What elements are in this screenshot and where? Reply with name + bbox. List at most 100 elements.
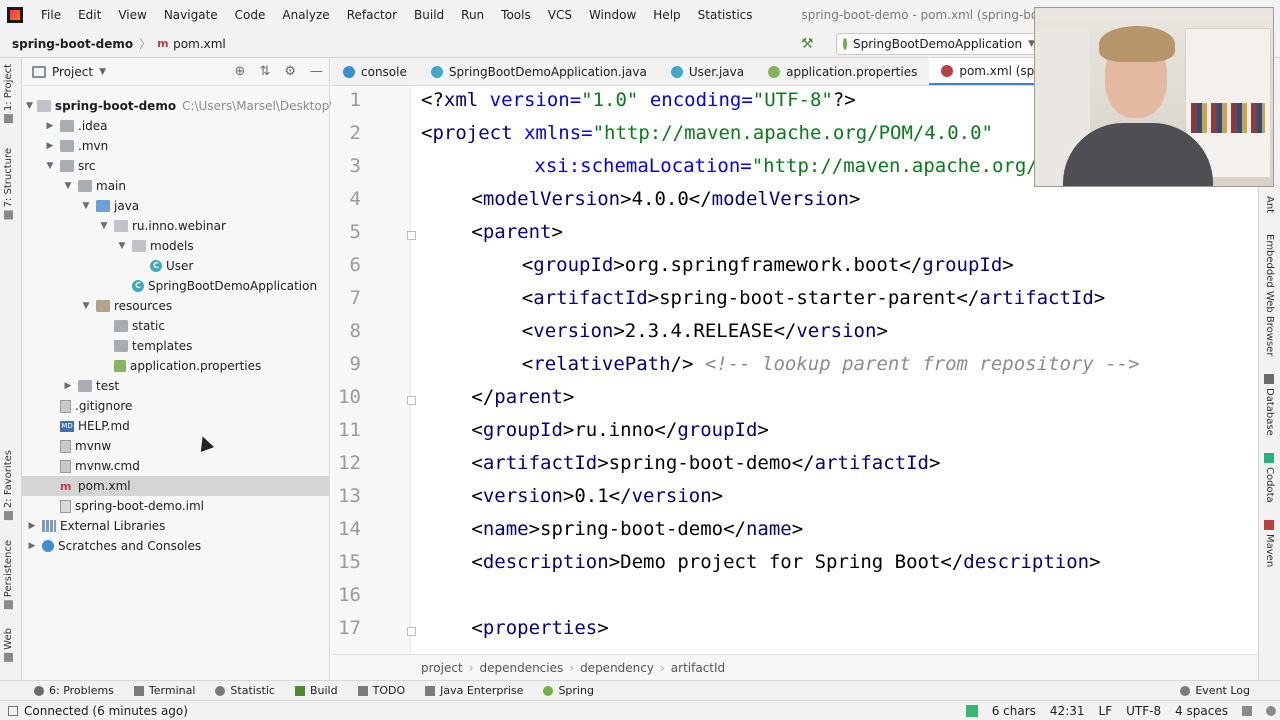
line-separator[interactable]: LF [1099, 704, 1113, 718]
tree-item[interactable]: MD HELP.md [22, 416, 330, 436]
code-line[interactable]: </parent> [421, 386, 574, 408]
code-line[interactable]: <name>spring-boot-demo</name> [421, 518, 803, 540]
tool-tab-database[interactable]: Database [1264, 374, 1275, 436]
code-line[interactable]: <project xmlns="http://maven.apache.org/… [421, 122, 993, 144]
menu-view[interactable]: View [110, 0, 155, 30]
chevron-down-icon[interactable]: ▼ [62, 181, 74, 191]
tree-item[interactable]: application.properties [22, 356, 330, 376]
tree-item[interactable]: ▼ ru.inno.webinar [22, 216, 330, 236]
chevron-down-icon[interactable]: ▼ [99, 67, 106, 77]
code-line[interactable]: <properties> [421, 617, 608, 639]
tool-window-todo[interactable]: TODO [348, 684, 416, 697]
chevron-down-icon[interactable]: ▼ [80, 201, 92, 211]
editor-tab[interactable]: console [331, 58, 419, 85]
tree-item[interactable]: ▶ External Libraries [22, 516, 330, 536]
tree-item[interactable]: spring-boot-demo.iml [22, 496, 330, 516]
code-line[interactable]: <artifactId>spring-boot-demo</artifactId… [421, 452, 940, 474]
tree-item[interactable]: C User [22, 256, 330, 276]
chevron-right-icon[interactable]: ▶ [26, 541, 38, 551]
chevron-right-icon[interactable]: ▶ [62, 381, 74, 391]
code-line[interactable]: <groupId>org.springframework.boot</group… [421, 254, 1014, 276]
tool-window-spring[interactable]: Spring [533, 684, 604, 697]
tool-window-java-enterprise[interactable]: Java Enterprise [415, 684, 533, 697]
menu-analyze[interactable]: Analyze [274, 0, 338, 30]
menu-file[interactable]: File [33, 0, 70, 30]
fold-marker-icon[interactable] [407, 231, 416, 240]
tree-item[interactable]: C SpringBootDemoApplication [22, 276, 330, 296]
code-line[interactable]: <modelVersion>4.0.0</modelVersion> [421, 188, 860, 210]
gear-icon[interactable]: ⚙ [284, 64, 296, 79]
event-log-button[interactable]: Event Log [1170, 684, 1260, 697]
hide-panel-icon[interactable]: — [310, 64, 323, 79]
locate-file-icon[interactable]: ⊕ [235, 64, 246, 79]
chevron-down-icon[interactable]: ▼ [98, 221, 110, 231]
breadcrumb-project[interactable]: project [421, 661, 463, 675]
breadcrumb-dependencies[interactable]: dependencies [479, 661, 563, 675]
tool-window-terminal[interactable]: Terminal [124, 684, 206, 697]
menu-tools[interactable]: Tools [493, 0, 540, 30]
chevron-down-icon[interactable]: ▼ [80, 301, 92, 311]
nav-project-crumb[interactable]: spring-boot-demo [12, 37, 133, 51]
tree-item[interactable]: ▶ .idea [22, 116, 330, 136]
lock-icon[interactable] [1242, 705, 1252, 716]
menu-help[interactable]: Help [645, 0, 689, 30]
codota-status-icon[interactable] [965, 704, 978, 717]
chevron-right-icon[interactable]: ▶ [26, 521, 38, 531]
file-encoding[interactable]: UTF-8 [1126, 704, 1161, 718]
status-message[interactable]: Connected (6 minutes ago) [8, 704, 188, 718]
chevron-down-icon[interactable]: ▼ [44, 161, 56, 171]
tool-tab-codota[interactable]: Codota [1264, 453, 1275, 503]
menu-navigate[interactable]: Navigate [156, 0, 227, 30]
tool-window-problems[interactable]: 6: Problems [24, 684, 124, 697]
editor-tab[interactable]: User.java [659, 58, 756, 85]
tree-item[interactable]: templates [22, 336, 330, 356]
tree-item[interactable]: .gitignore [22, 396, 330, 416]
tree-item[interactable]: ▶ .mvn [22, 136, 330, 156]
tool-tab-web[interactable]: Web [3, 628, 14, 662]
tool-tab-persistence[interactable]: Persistence [3, 540, 14, 610]
menu-run[interactable]: Run [453, 0, 493, 30]
tree-item[interactable]: ▼ models [22, 236, 330, 256]
menu-build[interactable]: Build [406, 0, 453, 30]
tree-item[interactable]: ▼ java [22, 196, 330, 216]
breadcrumb-artifactid[interactable]: artifactId [671, 661, 725, 675]
chevron-down-icon[interactable]: ▼ [26, 101, 33, 111]
tree-item[interactable]: ▼ resources [22, 296, 330, 316]
tree-item[interactable]: ▼ spring-boot-demo C:\Users\Marsel\Desktop… [22, 96, 356, 116]
fold-marker-icon[interactable] [407, 396, 416, 405]
editor-tab[interactable]: SpringBootDemoApplication.java [419, 58, 659, 85]
code-line[interactable]: <version>2.3.4.RELEASE</version> [421, 320, 888, 342]
tree-item[interactable]: ▶ Scratches and Consoles [22, 536, 330, 556]
tool-tab-structure[interactable]: 7: Structure [3, 148, 14, 220]
tree-item[interactable]: mvnw.cmd [22, 456, 330, 476]
tree-item[interactable]: ▼ main [22, 176, 330, 196]
menu-edit[interactable]: Edit [70, 0, 110, 30]
breadcrumb-dependency[interactable]: dependency [580, 661, 654, 675]
tree-item[interactable]: m pom.xml [22, 476, 330, 496]
code-line[interactable]: <parent> [421, 221, 563, 243]
code-line[interactable]: <description>Demo project for Spring Boo… [421, 551, 1100, 573]
tool-tab-ant[interactable]: Ant [1264, 196, 1275, 213]
tool-tab-maven[interactable]: Maven [1264, 520, 1275, 567]
tool-tab-project[interactable]: 1: Project [3, 64, 14, 124]
menu-vcs[interactable]: VCS [540, 0, 581, 30]
build-hammer-icon[interactable]: ⚒ [801, 36, 814, 52]
chevron-right-icon[interactable]: ▶ [44, 121, 56, 131]
chevron-down-icon[interactable]: ▼ [116, 241, 128, 251]
nav-file-crumb[interactable]: m pom.xml [157, 37, 226, 51]
fold-marker-icon[interactable] [407, 627, 416, 636]
code-line[interactable]: <groupId>ru.inno</groupId> [421, 419, 768, 441]
indent-setting[interactable]: 4 spaces [1175, 704, 1228, 718]
tree-item[interactable]: ▶ test [22, 376, 330, 396]
menu-statistics[interactable]: Statistics [690, 0, 762, 30]
collapse-all-icon[interactable]: ⇅ [259, 64, 270, 79]
code-line[interactable]: <version>0.1</version> [421, 485, 723, 507]
menu-refactor[interactable]: Refactor [339, 0, 406, 30]
chevron-right-icon[interactable]: ▶ [44, 141, 56, 151]
tool-window-statistic[interactable]: Statistic [205, 684, 285, 697]
project-panel-title[interactable]: Project [52, 65, 93, 79]
inspection-icon[interactable] [1266, 705, 1276, 716]
tree-item[interactable]: mvnw [22, 436, 330, 456]
tree-item[interactable]: ▼ src [22, 156, 330, 176]
tree-item[interactable]: static [22, 316, 330, 336]
